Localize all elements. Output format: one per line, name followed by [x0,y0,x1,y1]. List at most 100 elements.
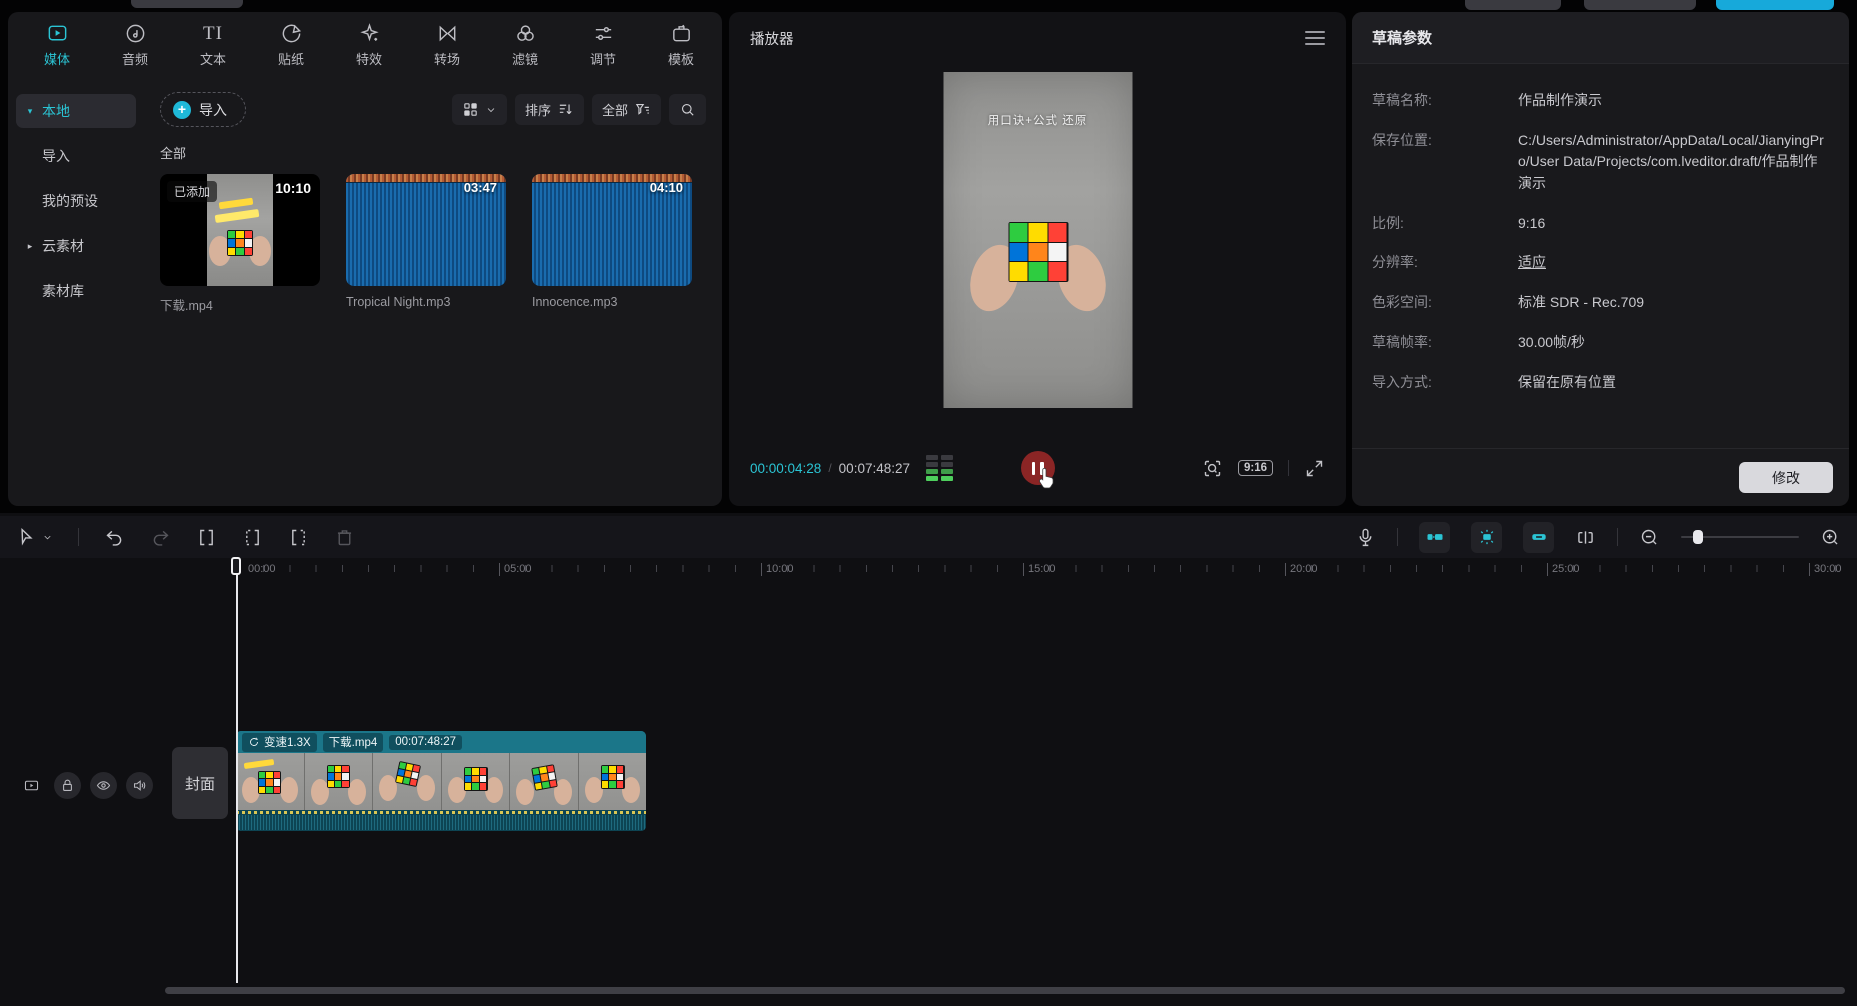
ruler-label: 20:00 [1285,563,1318,576]
template-icon [670,22,693,45]
redo-icon[interactable] [150,527,171,548]
timeline-video-clip[interactable]: 变速1.3X 下载.mp4 00:07:48:27 [236,731,646,831]
tab-audio[interactable]: 音频 [96,22,174,76]
hand [585,777,603,803]
split-keep-right-icon[interactable] [242,527,263,548]
export-button-fragment[interactable] [1716,0,1834,10]
sidebar-item-label: 导入 [42,146,70,166]
split-screen-icon[interactable] [1575,527,1596,548]
param-row-frame-rate: 草稿帧率: 30.00帧/秒 [1372,332,1829,354]
duration-label: 03:47 [464,180,497,195]
waveform-bars [236,815,646,830]
effects-star-icon [358,22,381,45]
select-tool-button[interactable] [16,527,53,548]
rubiks-cube [1008,222,1068,282]
zoom-slider-knob[interactable] [1693,530,1703,544]
timeline-horizontal-scrollbar[interactable] [165,987,1845,994]
tab-text[interactable]: TI 文本 [174,22,252,76]
tab-template[interactable]: 模板 [642,22,720,76]
audio-waveform-thumbnail[interactable]: 03:47 [346,174,506,286]
media-card-video[interactable]: 已添加 10:10 下载.mp4 [160,174,320,314]
tab-label: 滤镜 [512,49,538,68]
record-voiceover-icon[interactable] [1355,527,1376,548]
param-row-resolution: 分辨率: 适应 [1372,252,1829,274]
tab-adjust[interactable]: 调节 [564,22,642,76]
param-row-import-mode: 导入方式: 保留在原有位置 [1372,372,1829,394]
param-value: 30.00帧/秒 [1518,332,1585,354]
auto-snap-toggle[interactable] [1419,522,1450,553]
tab-transition[interactable]: 转场 [408,22,486,76]
player-menu-icon[interactable] [1305,31,1325,45]
param-value-link[interactable]: 适应 [1518,252,1546,274]
sort-icon [557,101,574,118]
frame-scribble [244,759,275,769]
playhead-line[interactable] [236,559,238,983]
filmstrip-frame [236,753,305,810]
chevron-down-icon: ▾ [25,106,35,117]
aspect-ratio-button[interactable]: 9:16 [1238,460,1273,476]
timeline-panel: 00:00 05:00 10:00 15:00 20:00 25:00 30:0… [0,513,1857,1006]
video-preview[interactable]: 用口诀+公式 还原 [943,72,1132,408]
sidebar-item-cloud-material[interactable]: ▸ 云素材 [16,229,136,263]
tab-media[interactable]: 媒体 [18,22,96,76]
param-value: C:/Users/Administrator/AppData/Local/Jia… [1518,130,1829,195]
tab-label: 调节 [590,49,616,68]
cover-button[interactable]: 封面 [172,747,228,819]
grid-view-icon [462,101,479,118]
tab-label: 转场 [434,49,460,68]
toggle-visibility-button[interactable] [90,772,117,799]
delete-icon[interactable] [334,527,355,548]
sort-button[interactable]: 排序 [515,94,584,125]
titlebar-button-fragment[interactable] [1584,0,1696,10]
video-thumbnail[interactable]: 已添加 10:10 [160,174,320,286]
rubiks-cube [395,761,421,787]
modify-button[interactable]: 修改 [1739,462,1833,493]
split-icon[interactable] [196,527,217,548]
undo-icon[interactable] [104,527,125,548]
param-label: 保存位置: [1372,130,1518,150]
media-sidebar: ▾ 本地 导入 我的预设 ▸ 云素材 素材库 [8,78,144,506]
tab-sticker[interactable]: 贴纸 [252,22,330,76]
timeline-ruler[interactable]: 00:00 05:00 10:00 15:00 20:00 25:00 30:0… [0,560,1857,586]
auto-snap-icon [1425,527,1445,547]
view-mode-button[interactable] [452,94,507,125]
tab-label: 音频 [122,49,148,68]
sidebar-item-local[interactable]: ▾ 本地 [16,94,136,128]
param-row-color-space: 色彩空间: 标准 SDR - Rec.709 [1372,292,1829,314]
titlebar-button-fragment[interactable] [131,0,243,8]
clip-audio-waveform [236,810,646,831]
zoom-out-icon[interactable] [1639,527,1660,548]
playhead-handle[interactable] [231,557,241,575]
titlebar-button-fragment[interactable] [1465,0,1561,10]
filter-button[interactable]: 全部 [592,94,661,125]
fullscreen-icon[interactable] [1304,458,1325,479]
sidebar-item-my-presets[interactable]: 我的预设 [16,184,136,218]
sort-button-label: 排序 [525,100,551,119]
audio-waveform-thumbnail[interactable]: 04:10 [532,174,692,286]
sidebar-item-import[interactable]: 导入 [16,139,136,173]
tab-effects[interactable]: 特效 [330,22,408,76]
search-button[interactable] [669,94,706,125]
sidebar-item-material-library[interactable]: 素材库 [16,274,136,308]
media-card-audio[interactable]: 03:47 Tropical Night.mp3 [346,174,506,314]
clip-speed-chip[interactable]: 变速1.3X [242,733,317,752]
clip-header: 变速1.3X 下载.mp4 00:07:48:27 [236,731,646,753]
param-label: 草稿帧率: [1372,332,1518,352]
timeline-zoom-slider[interactable] [1681,536,1799,538]
lock-track-button[interactable] [54,772,81,799]
preview-axis-toggle[interactable] [1471,522,1502,553]
duration-label: 04:10 [650,180,683,195]
import-button[interactable]: + 导入 [160,92,246,127]
thumbnail-scribble [215,209,260,223]
media-panel: 媒体 音频 TI 文本 贴纸 特效 转场 [8,12,722,506]
player-title: 播放器 [750,28,794,49]
linkage-toggle[interactable] [1523,522,1554,553]
media-card-audio[interactable]: 04:10 Innocence.mp3 [532,174,692,314]
search-icon [679,101,696,118]
zoom-in-icon[interactable] [1820,527,1841,548]
preview-quality-icon[interactable] [1202,458,1223,479]
hand [417,775,435,801]
mute-track-button[interactable] [126,772,153,799]
split-keep-left-icon[interactable] [288,527,309,548]
tab-filter[interactable]: 滤镜 [486,22,564,76]
